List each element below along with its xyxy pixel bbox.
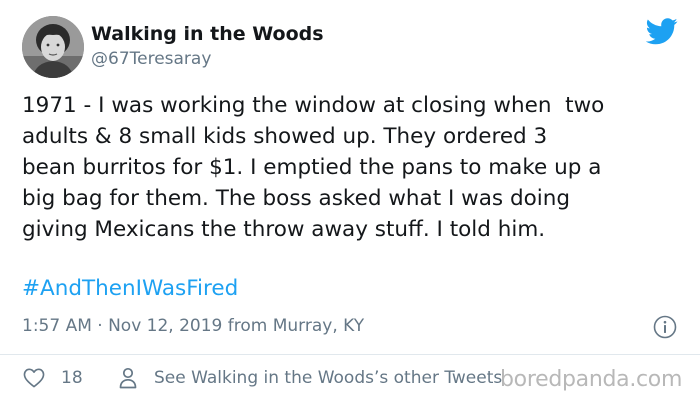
hashtag-link[interactable]: #AndThenIWasFired [22, 273, 238, 304]
like-count[interactable]: 18 [61, 367, 83, 389]
watermark: boredpanda.com [500, 367, 683, 392]
tweet-timestamp[interactable]: 1:57 AM · Nov 12, 2019 from Murray, KY [22, 315, 364, 337]
twitter-bird-icon[interactable] [646, 18, 678, 45]
heart-icon[interactable] [23, 368, 45, 388]
display-name[interactable]: Walking in the Woods [91, 22, 324, 46]
person-icon [119, 367, 137, 389]
user-handle[interactable]: @67Teresaray [91, 48, 211, 70]
avatar-photo [22, 16, 84, 78]
tweet-text: 1971 - I was working the window at closi… [22, 93, 605, 242]
divider [0, 354, 700, 355]
info-icon[interactable] [653, 315, 677, 339]
other-tweets-link[interactable]: See Walking in the Woods’s other Tweets [154, 367, 502, 389]
avatar[interactable] [22, 16, 84, 78]
tweet-card: Walking in the Woods @67Teresaray 1971 -… [0, 0, 700, 406]
